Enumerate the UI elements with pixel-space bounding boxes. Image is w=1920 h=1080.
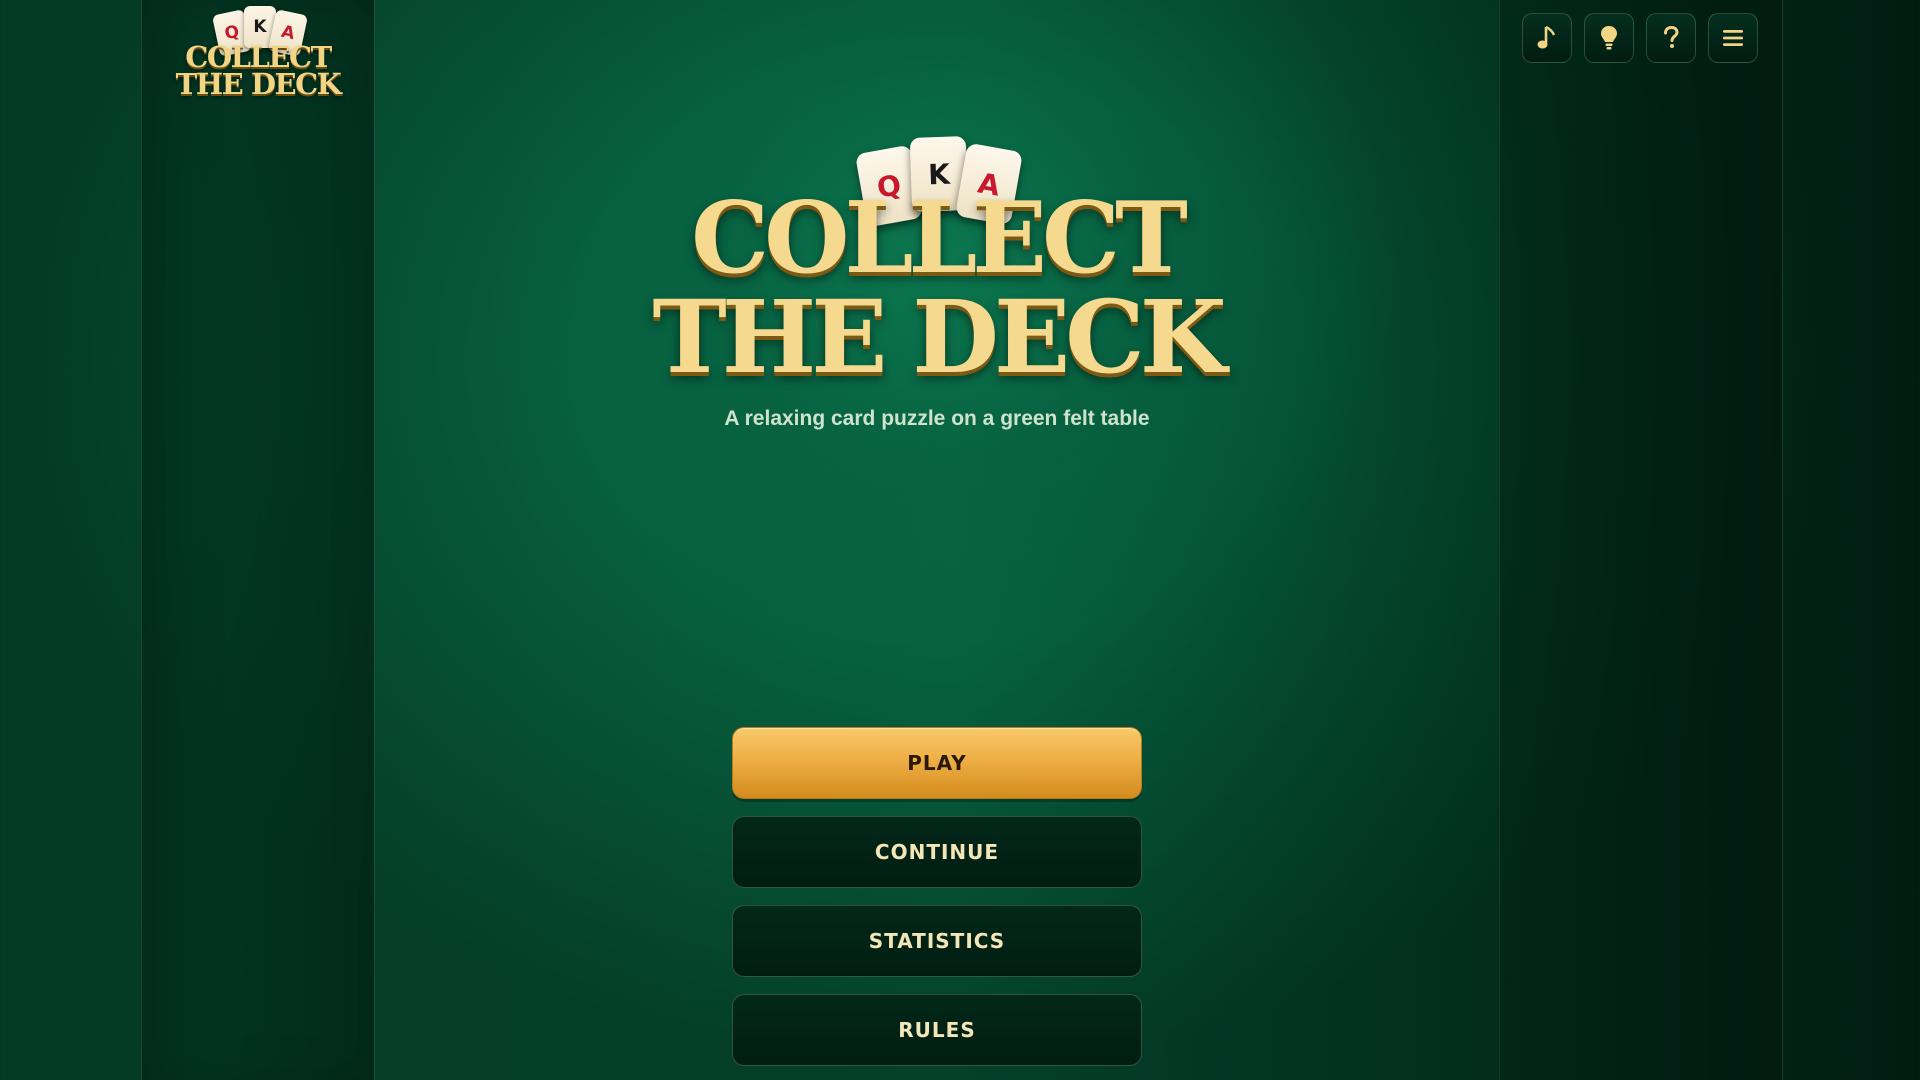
continue-button[interactable]: CONTINUE xyxy=(732,816,1142,888)
top-toolbar xyxy=(1522,13,1758,63)
rules-button[interactable]: RULES xyxy=(732,994,1142,1066)
left-side-panel xyxy=(141,0,375,1080)
right-side-panel xyxy=(1499,0,1783,1080)
hamburger-icon xyxy=(1723,30,1743,46)
hero-title-line2: THE DECK xyxy=(652,278,1226,396)
help-button[interactable] xyxy=(1646,13,1696,63)
hero-title: COLLECT THE DECK xyxy=(637,181,1237,396)
hero-subtitle: A relaxing card puzzle on a green felt t… xyxy=(724,407,1150,430)
statistics-button[interactable]: STATISTICS xyxy=(732,905,1142,977)
music-note-icon xyxy=(1537,25,1556,49)
small-logo-title: COLLECT THE DECK xyxy=(160,43,356,101)
lightbulb-icon xyxy=(1601,26,1617,50)
play-button[interactable]: PLAY xyxy=(732,727,1142,799)
question-icon xyxy=(1664,25,1679,48)
hint-button[interactable] xyxy=(1584,13,1634,63)
small-logo-title-line2: THE DECK xyxy=(175,67,342,101)
menu-button[interactable] xyxy=(1708,13,1758,63)
main-menu: PLAY CONTINUE STATISTICS RULES xyxy=(732,727,1142,1080)
music-button[interactable] xyxy=(1522,13,1572,63)
small-logo: Q K A COLLECT THE DECK xyxy=(160,6,356,106)
hero-title-line1: COLLECT xyxy=(691,181,1188,296)
